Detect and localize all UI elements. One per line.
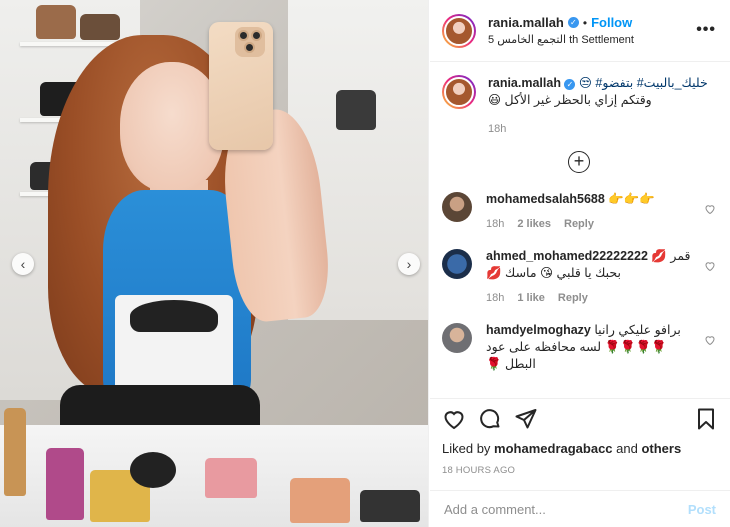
avatar-image (444, 77, 474, 107)
carousel-prev-button[interactable]: ‹ (12, 253, 34, 275)
comment-body: hamdyelmoghazy برافو عليكي رانيا 🌹🌹🌹🌹 لس… (486, 322, 716, 373)
caption: rania.mallah ✓ خليك_بالبيت# بتفضو# 😒 وقت… (442, 63, 716, 135)
makeup-item (290, 478, 350, 523)
perfume-bottle (46, 448, 84, 520)
comment-username[interactable]: hamdyelmoghazy (486, 323, 591, 337)
post-header: rania.mallah ✓ • Follow 5 التجمع الخامس … (430, 0, 730, 62)
post-comment-button[interactable]: Post (688, 502, 716, 517)
likes-prefix: Liked by (442, 441, 495, 456)
like-heart-icon[interactable] (442, 407, 466, 431)
caption-time: 18h (488, 123, 507, 135)
reply-button[interactable]: Reply (558, 292, 588, 304)
follow-button[interactable]: Follow (591, 15, 632, 30)
comment-like-heart-icon[interactable] (704, 334, 716, 346)
likes-middle: and (612, 441, 642, 456)
perfume-bottle (4, 408, 26, 496)
share-send-icon[interactable] (514, 407, 538, 431)
header-row: rania.mallah ✓ • Follow (488, 15, 634, 30)
comment-username[interactable]: mohamedsalah5688 (486, 192, 605, 206)
camera-lens (244, 42, 255, 53)
comment-text-row: ahmed_mohamed22222222 قمر 💋 بحبك يا قلبي… (486, 248, 694, 282)
comment-text-row: hamdyelmoghazy برافو عليكي رانيا 🌹🌹🌹🌹 لس… (486, 322, 694, 373)
comment-time: 18h (486, 292, 505, 304)
author-username[interactable]: rania.mallah (488, 15, 564, 30)
blush-palette (205, 458, 257, 498)
comment-username[interactable]: ahmed_mohamed22222222 (486, 249, 648, 263)
location-link[interactable]: 5 التجمع الخامس th Settlement (488, 33, 634, 46)
post-photo[interactable]: ‹ › (0, 0, 429, 527)
comment-item: mohamedsalah5688 👉👉👉 18h 2 likes Reply (442, 191, 716, 230)
liked-by-user[interactable]: mohamedragabacc (494, 441, 613, 456)
post-timestamp[interactable]: 18 hours ago (442, 465, 718, 476)
shirt-print-hat (130, 300, 218, 332)
comment-text-row: mohamedsalah5688 👉👉👉 (486, 191, 694, 208)
separator-dot: • (582, 15, 588, 30)
more-options-icon[interactable]: ••• (696, 21, 716, 39)
load-more-comments-icon[interactable]: + (568, 151, 590, 173)
caption-avatar[interactable] (442, 75, 476, 109)
handbag (36, 5, 76, 39)
caption-line: rania.mallah ✓ خليك_بالبيت# بتفضو# 😒 (488, 75, 716, 92)
comment-item: hamdyelmoghazy برافو عليكي رانيا 🌹🌹🌹🌹 لس… (442, 322, 716, 373)
likes-summary: Liked by mohamedragabacc and others (442, 441, 718, 456)
comment-time: 18h (486, 218, 505, 230)
post-actions: Liked by mohamedragabacc and others 18 h… (430, 398, 730, 476)
avatar-image (444, 15, 474, 46)
caption-body: rania.mallah ✓ خليك_بالبيت# بتفضو# 😒 وقت… (488, 75, 716, 135)
add-comment-bar: Post (430, 490, 730, 527)
handbag (336, 90, 376, 130)
reply-button[interactable]: Reply (564, 218, 594, 230)
commenter-avatar[interactable] (442, 249, 472, 279)
caption-username[interactable]: rania.mallah (488, 76, 561, 90)
verified-badge-icon: ✓ (567, 17, 579, 28)
commenter-avatar[interactable] (442, 323, 472, 353)
comment-meta: 18h 1 like Reply (486, 292, 694, 304)
carousel-next-button[interactable]: › (398, 253, 420, 275)
comment-body: ahmed_mohamed22222222 قمر 💋 بحبك يا قلبي… (486, 248, 716, 304)
post-side-panel: rania.mallah ✓ • Follow 5 التجمع الخامس … (430, 0, 730, 527)
comment-like-heart-icon[interactable] (704, 203, 716, 215)
action-icons-row (442, 407, 718, 431)
handbag (80, 14, 120, 40)
comment-likes[interactable]: 2 likes (517, 218, 551, 230)
comment-body: mohamedsalah5688 👉👉👉 18h 2 likes Reply (486, 191, 716, 230)
commenter-avatar[interactable] (442, 192, 472, 222)
comment-like-heart-icon[interactable] (704, 260, 716, 272)
comment-likes[interactable]: 1 like (517, 292, 545, 304)
comment-meta: 18h 2 likes Reply (486, 218, 694, 230)
camera-lens (238, 30, 249, 41)
camera-lens (251, 30, 262, 41)
caption-text: وقتكم إزاي بالحظر غير الأكل 😃 (488, 93, 652, 107)
author-avatar[interactable] (442, 13, 476, 48)
comments-list[interactable]: rania.mallah ✓ خليك_بالبيت# بتفضو# 😒 وقت… (430, 63, 730, 398)
comment-bubble-icon[interactable] (478, 407, 502, 431)
caption-hashtags[interactable]: خليك_بالبيت# بتفضو# 😒 (579, 76, 708, 90)
liked-by-others[interactable]: others (641, 441, 681, 456)
verified-badge-icon: ✓ (564, 79, 576, 90)
makeup-item (360, 490, 420, 522)
compact (130, 452, 176, 488)
header-text: rania.mallah ✓ • Follow 5 التجمع الخامس … (488, 15, 634, 46)
comment-item: ahmed_mohamed22222222 قمر 💋 بحبك يا قلبي… (442, 248, 716, 304)
bookmark-icon[interactable] (694, 407, 718, 431)
comment-input[interactable] (444, 501, 688, 517)
comment-text: 👉👉👉 (608, 192, 655, 206)
